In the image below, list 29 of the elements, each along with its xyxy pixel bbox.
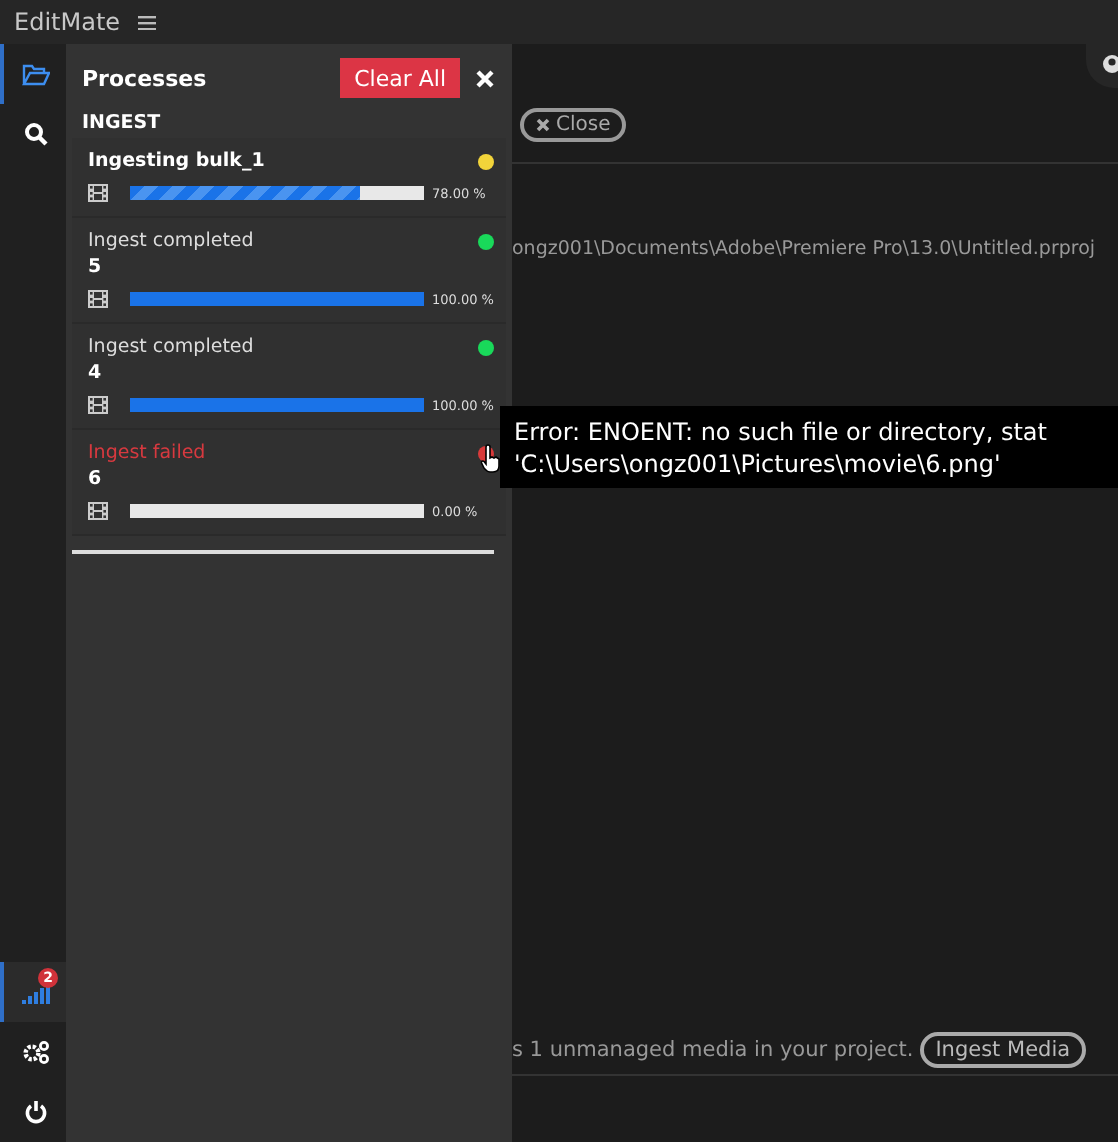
- job-title: Ingest failed: [88, 442, 206, 464]
- unmanaged-media-notice: s 1 unmanaged media in your project.: [512, 1037, 914, 1061]
- section-heading: INGEST: [80, 110, 163, 138]
- user-icon: [1102, 54, 1118, 74]
- project-path: ongz001\Documents\Adobe\Premiere Pro\13.0\Untitled.prproj: [512, 238, 1098, 260]
- close-icon: [536, 118, 550, 132]
- film-icon: [88, 184, 108, 202]
- error-tooltip-line: Error: ENOENT: no such file or directory, stat: [514, 415, 1049, 447]
- panel-title: Processes: [82, 65, 209, 91]
- film-icon: [88, 502, 108, 520]
- app-title: EditMate: [14, 8, 121, 36]
- close-icon: [476, 69, 494, 87]
- close-button[interactable]: Close: [520, 108, 627, 142]
- job-title: Ingesting bulk_1: [88, 150, 265, 172]
- power-icon: [23, 1100, 47, 1124]
- job-count: 6: [88, 468, 104, 490]
- search-icon: [23, 122, 47, 146]
- folder-icon: [21, 62, 49, 86]
- job-count: 5: [88, 256, 104, 278]
- job-count: 4: [88, 362, 104, 384]
- error-tooltip-line: 'C:\Users\ongz001\Pictures\movie\6.png': [514, 447, 1003, 479]
- gears-icon: [21, 1040, 49, 1064]
- menu-icon[interactable]: [138, 15, 157, 29]
- job-title: Ingest completed: [88, 336, 254, 358]
- clear-all-button[interactable]: Clear All: [340, 58, 460, 98]
- ingest-media-button[interactable]: Ingest Media: [919, 1031, 1087, 1067]
- film-icon: [88, 290, 108, 308]
- film-icon: [88, 396, 108, 414]
- job-title: Ingest completed: [88, 230, 254, 252]
